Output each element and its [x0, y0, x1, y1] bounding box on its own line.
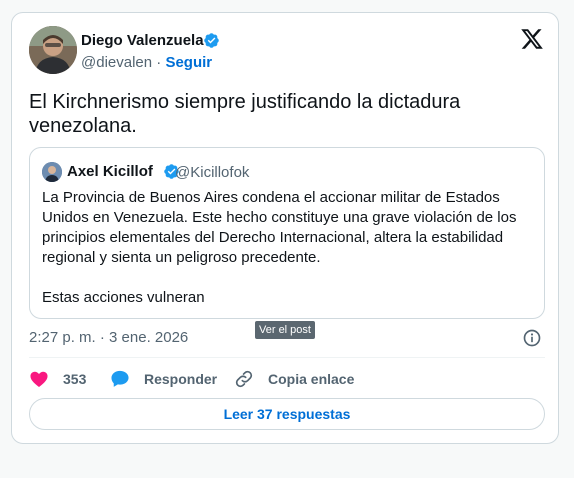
- author-handle-line: @dievalen · Seguir: [81, 54, 212, 71]
- quoted-author-name: Axel Kicillof: [67, 163, 153, 180]
- author-name[interactable]: Diego Valenzuela: [81, 32, 204, 49]
- copy-link-label: Copia enlace: [268, 371, 355, 387]
- read-replies-button[interactable]: Leer 37 respuestas: [29, 398, 545, 430]
- author-avatar[interactable]: [29, 26, 77, 74]
- reply-label: Responder: [144, 371, 218, 387]
- info-icon[interactable]: [522, 328, 542, 348]
- quoted-paragraph-1: La Provincia de Buenos Aires condena el …: [42, 189, 517, 266]
- speech-bubble-icon: [111, 370, 129, 387]
- quoted-paragraph-2: Estas acciones vulneran: [42, 289, 205, 306]
- verified-badge-icon: [204, 33, 219, 48]
- post-text: El Kirchnerismo siempre justificando la …: [29, 91, 461, 137]
- quoted-post[interactable]: Axel Kicillof @Kicillofok La Provincia d…: [29, 147, 545, 319]
- post-timestamp[interactable]: 2:27 p. m. · 3 ene. 2026: [29, 329, 188, 346]
- separator-dot: ·: [156, 54, 162, 71]
- view-post-tooltip: Ver el post: [255, 321, 315, 339]
- divider: [29, 357, 545, 358]
- follow-link[interactable]: Seguir: [165, 54, 212, 71]
- author-handle[interactable]: @dievalen: [81, 54, 152, 71]
- reply-button[interactable]: Responder: [110, 367, 217, 391]
- copy-link-button[interactable]: Copia enlace: [234, 367, 354, 391]
- quoted-post-text: La Provincia de Buenos Aires condena el …: [42, 188, 532, 328]
- x-logo-icon[interactable]: [519, 27, 545, 51]
- link-icon: [235, 370, 253, 388]
- quoted-author-handle: @Kicillofok: [175, 164, 250, 181]
- quoted-author-avatar: [42, 162, 62, 182]
- like-button[interactable]: 353: [29, 367, 86, 391]
- embedded-post-card: Diego Valenzuela @dievalen · Seguir El K…: [11, 12, 559, 444]
- like-count: 353: [63, 371, 87, 387]
- heart-icon: [30, 371, 48, 388]
